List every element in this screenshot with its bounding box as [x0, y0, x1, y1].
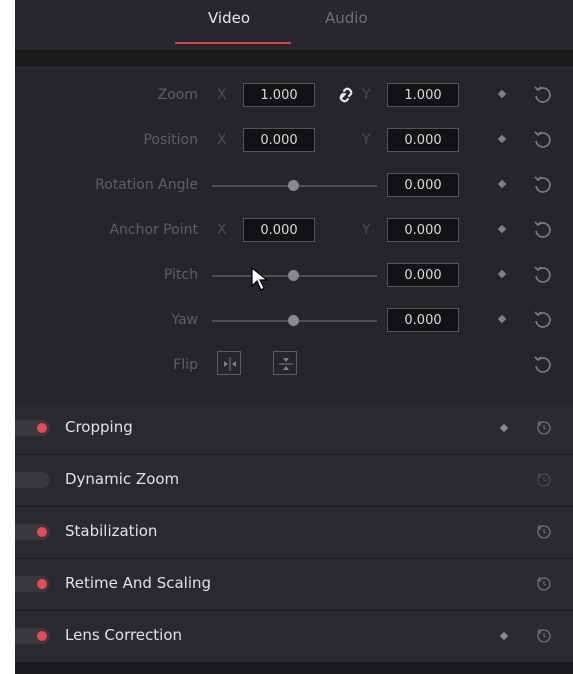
keyframe-diamond-icon[interactable]	[497, 134, 507, 144]
position-x-field[interactable]: 0.000	[243, 128, 315, 152]
keyframe-diamond-icon[interactable]	[497, 269, 507, 279]
yaw-field[interactable]: 0.000	[387, 308, 459, 332]
position-y-axis-label: Y	[362, 132, 371, 148]
reset-icon[interactable]	[531, 415, 557, 441]
yaw-row: Yaw 0.000	[15, 306, 573, 336]
zoom-x-axis-label: X	[217, 87, 227, 103]
reset-icon[interactable]	[531, 623, 557, 649]
position-x-axis-label: X	[217, 132, 227, 148]
zoom-x-field[interactable]: 1.000	[243, 83, 315, 107]
section-dynamic-zoom[interactable]: Dynamic Zoom	[15, 455, 573, 507]
rotation-slider-handle[interactable]	[288, 180, 299, 191]
zoom-y-axis-label: Y	[362, 87, 371, 103]
flip-horizontal-icon[interactable]	[217, 351, 241, 375]
retime-toggle[interactable]	[15, 576, 50, 592]
section-retime-and-scaling[interactable]: Retime And Scaling	[15, 559, 573, 611]
reset-icon[interactable]	[529, 307, 557, 333]
section-stabilization[interactable]: Stabilization	[15, 507, 573, 559]
zoom-label: Zoom	[157, 87, 198, 103]
position-row: Position X 0.000 Y 0.000	[15, 126, 573, 156]
keyframe-diamond-icon[interactable]	[499, 631, 509, 641]
flip-row: Flip	[15, 351, 573, 381]
lens-correction-toggle[interactable]	[15, 628, 50, 644]
anchor-point-label: Anchor Point	[109, 222, 198, 238]
keyframe-diamond-icon[interactable]	[497, 179, 507, 189]
zoom-row: Zoom X 1.000 Y 1.000	[15, 81, 573, 111]
zoom-y-field[interactable]: 1.000	[387, 83, 459, 107]
section-title: Cropping	[65, 418, 133, 436]
section-title: Dynamic Zoom	[65, 470, 180, 488]
anchor-y-field[interactable]: 0.000	[387, 218, 459, 242]
rotation-field[interactable]: 0.000	[387, 173, 459, 197]
tab-video[interactable]: Video	[208, 9, 250, 27]
flip-label: Flip	[173, 357, 198, 373]
anchor-point-row: Anchor Point X 0.000 Y 0.000	[15, 216, 573, 246]
keyframe-diamond-icon[interactable]	[497, 314, 507, 324]
section-cropping[interactable]: Cropping	[15, 403, 573, 455]
reset-icon[interactable]	[531, 519, 557, 545]
reset-icon[interactable]	[529, 82, 557, 108]
transform-section: Zoom X 1.000 Y 1.000 Position X 0.000 Y …	[15, 67, 573, 404]
section-lens-correction[interactable]: Lens Correction	[15, 611, 573, 663]
reset-icon[interactable]	[531, 571, 557, 597]
tab-audio[interactable]: Audio	[325, 9, 368, 27]
reset-icon[interactable]	[529, 262, 557, 288]
keyframe-diamond-icon[interactable]	[497, 89, 507, 99]
pitch-row: Pitch 0.000	[15, 261, 573, 291]
pitch-slider-handle[interactable]	[288, 270, 299, 281]
inspector-tab-bar: Video Audio	[15, 0, 573, 51]
flip-vertical-icon[interactable]	[273, 351, 297, 375]
active-tab-indicator	[175, 42, 291, 44]
reset-icon[interactable]	[531, 467, 557, 493]
inspector-panel: Video Audio Zoom X 1.000 Y 1.000 Positio…	[15, 0, 573, 674]
position-y-field[interactable]: 0.000	[387, 128, 459, 152]
mouse-cursor-icon	[250, 266, 272, 294]
rotation-label: Rotation Angle	[95, 177, 198, 193]
reset-icon[interactable]	[529, 127, 557, 153]
reset-icon[interactable]	[529, 352, 557, 378]
yaw-label: Yaw	[171, 312, 198, 328]
section-title: Stabilization	[65, 522, 158, 540]
pitch-field[interactable]: 0.000	[387, 263, 459, 287]
keyframe-diamond-icon[interactable]	[497, 224, 507, 234]
anchor-x-axis-label: X	[217, 222, 227, 238]
dynamic-zoom-toggle[interactable]	[15, 472, 50, 488]
anchor-x-field[interactable]: 0.000	[243, 218, 315, 242]
cropping-toggle[interactable]	[15, 420, 50, 436]
yaw-slider-handle[interactable]	[288, 315, 299, 326]
section-title: Lens Correction	[65, 626, 183, 644]
reset-icon[interactable]	[529, 172, 557, 198]
stabilization-toggle[interactable]	[15, 524, 50, 540]
position-label: Position	[143, 132, 198, 148]
link-icon[interactable]	[337, 85, 355, 105]
anchor-y-axis-label: Y	[362, 222, 371, 238]
section-title: Retime And Scaling	[65, 574, 212, 592]
reset-icon[interactable]	[529, 217, 557, 243]
pitch-label: Pitch	[163, 267, 198, 283]
rotation-row: Rotation Angle 0.000	[15, 171, 573, 201]
keyframe-diamond-icon[interactable]	[499, 423, 509, 433]
